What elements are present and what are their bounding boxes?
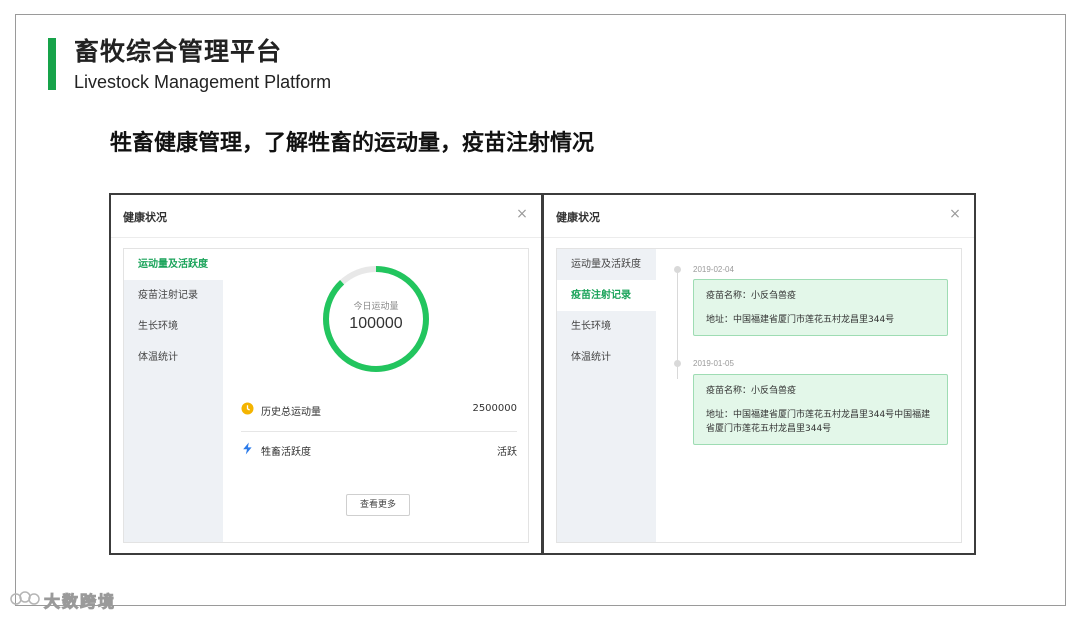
coin-icon <box>241 402 254 415</box>
dialog-title: 健康状况 <box>123 211 167 224</box>
divider <box>241 431 517 432</box>
nav-item-temperature-stats[interactable]: 体温统计 <box>124 342 223 373</box>
slide-title: 畜牧综合管理平台 <box>74 37 283 66</box>
dialog-header: 健康状况 × <box>544 195 974 238</box>
dialog-body: 运动量及活跃度 疫苗注射记录 生长环境 体温统计 2019-02-04 疫苗名称… <box>556 248 962 543</box>
nav-item-activity[interactable]: 运动量及活跃度 <box>124 249 223 280</box>
record-date: 2019-01-05 <box>693 359 734 368</box>
dialog-body: 运动量及活跃度 疫苗注射记录 生长环境 体温统计 今日运动量 100000 历史… <box>123 248 529 543</box>
lightning-icon <box>243 442 252 455</box>
nav-item-vaccine-records[interactable]: 疫苗注射记录 <box>124 280 223 311</box>
side-nav: 运动量及活跃度 疫苗注射记录 生长环境 体温统计 <box>124 249 223 542</box>
health-status-dialog-activity: 健康状况 × 运动量及活跃度 疫苗注射记录 生长环境 体温统计 今日运动量 10… <box>109 193 543 555</box>
view-more-button[interactable]: 查看更多 <box>346 494 410 516</box>
vaccine-address: 地址：中国福建省厦门市莲花五村龙昌里344号中国福建省厦门市莲花五村龙昌里344… <box>706 410 931 434</box>
title-accent-bar <box>48 38 56 90</box>
timeline-dot <box>674 360 681 367</box>
stat-row-activity-level: 牲畜活跃度 活跃 <box>241 439 517 461</box>
stat-value: 2500000 <box>472 403 517 414</box>
dialog-header: 健康状况 × <box>111 195 541 238</box>
stat-row-total-activity: 历史总运动量 2500000 <box>241 399 517 421</box>
nav-item-temperature-stats[interactable]: 体温统计 <box>557 342 656 373</box>
vaccine-name: 疫苗名称：小反刍兽疫 <box>706 291 797 301</box>
close-icon[interactable]: × <box>515 207 529 221</box>
stat-value: 活跃 <box>497 447 517 458</box>
dialog-title: 健康状况 <box>556 211 600 224</box>
health-status-dialog-vaccine: 健康状况 × 运动量及活跃度 疫苗注射记录 生长环境 体温统计 2019-02-… <box>542 193 976 555</box>
slide-title-english: Livestock Management Platform <box>74 72 332 92</box>
nav-item-growth-environment[interactable]: 生长环境 <box>557 311 656 342</box>
vaccine-name: 疫苗名称：小反刍兽疫 <box>706 386 797 396</box>
watermark-text: 大数跨境 <box>43 592 117 612</box>
today-activity-ring: 今日运动量 100000 <box>320 263 432 375</box>
vaccine-address: 地址：中国福建省厦门市莲花五村龙昌里344号 <box>706 315 895 325</box>
record-date: 2019-02-04 <box>693 265 734 274</box>
ring-value: 100000 <box>349 315 403 332</box>
slide-subtitle: 牲畜健康管理，了解牲畜的运动量，疫苗注射情况 <box>110 131 595 156</box>
nav-item-activity[interactable]: 运动量及活跃度 <box>557 249 656 280</box>
close-icon[interactable]: × <box>948 207 962 221</box>
vaccine-record-card[interactable]: 疫苗名称：小反刍兽疫 地址：中国福建省厦门市莲花五村龙昌里344号 <box>693 279 948 336</box>
stat-label: 牲畜活跃度 <box>261 447 311 458</box>
nav-item-vaccine-records[interactable]: 疫苗注射记录 <box>557 280 656 311</box>
ring-label: 今日运动量 <box>353 302 399 312</box>
nav-item-growth-environment[interactable]: 生长环境 <box>124 311 223 342</box>
watermark-logo-icon <box>10 591 40 605</box>
stat-label: 历史总运动量 <box>261 407 321 418</box>
side-nav: 运动量及活跃度 疫苗注射记录 生长环境 体温统计 <box>557 249 656 542</box>
vaccine-record-card[interactable]: 疫苗名称：小反刍兽疫 地址：中国福建省厦门市莲花五村龙昌里344号中国福建省厦门… <box>693 374 948 445</box>
timeline-dot <box>674 266 681 273</box>
